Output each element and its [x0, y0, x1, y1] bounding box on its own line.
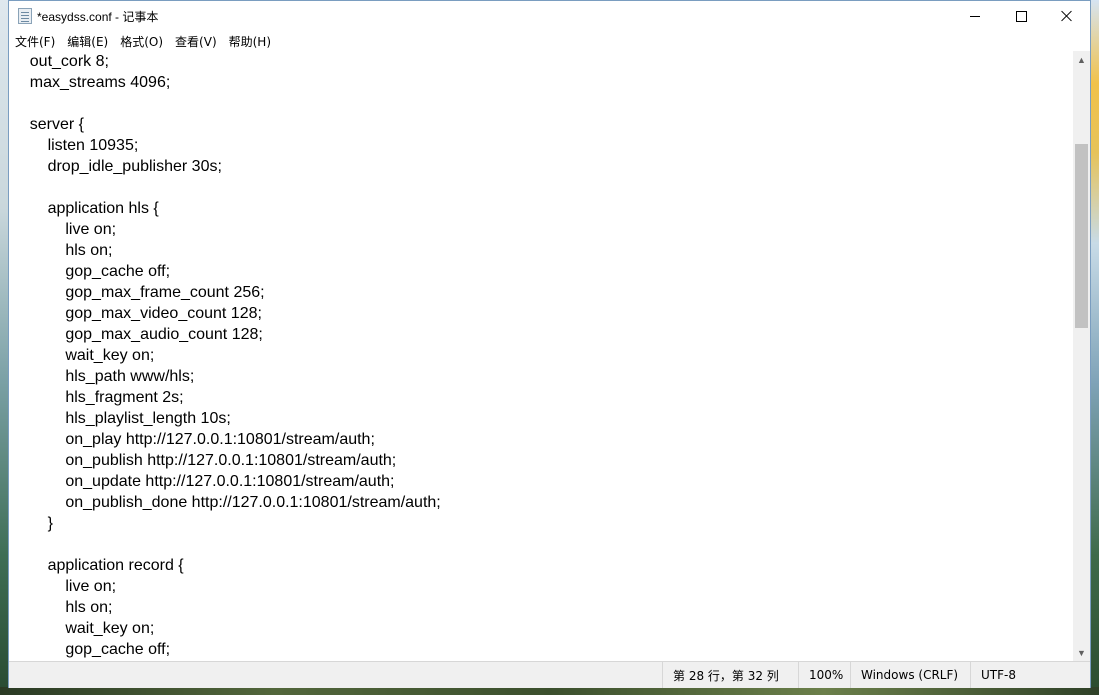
desktop-background-bottom: [0, 687, 1099, 695]
title-bar[interactable]: *easydss.conf - 记事本: [9, 1, 1090, 31]
notepad-window: *easydss.conf - 记事本 文件(F) 编辑(E) 格式(O) 查看…: [8, 0, 1091, 688]
zoom-level: 100%: [798, 662, 850, 688]
editor-line: gop_cache off;: [12, 641, 171, 658]
editor-line: hls on;: [12, 599, 113, 616]
editor-line: server {: [12, 116, 85, 133]
editor-line: gop_max_video_count 128;: [12, 305, 262, 322]
scroll-down-arrow-icon[interactable]: ▼: [1073, 644, 1090, 661]
menu-view[interactable]: 查看(V): [169, 33, 223, 50]
editor-line: max_streams 4096;: [12, 74, 171, 91]
editor-line: live on;: [12, 221, 117, 238]
editor-line: out_cork 8;: [12, 53, 109, 70]
editor-line: application hls {: [12, 200, 159, 217]
minimize-icon: [970, 15, 980, 17]
maximize-icon: [1015, 10, 1027, 22]
editor-line: live on;: [12, 578, 117, 595]
maximize-button[interactable]: [998, 1, 1044, 31]
editor-line: wait_key on;: [12, 620, 155, 637]
editor-line: hls_playlist_length 10s;: [12, 410, 231, 427]
editor-line: on_publish http://127.0.0.1:10801/stream…: [12, 452, 397, 469]
menu-help[interactable]: 帮助(H): [223, 33, 277, 50]
desktop-background-right: [1091, 0, 1099, 695]
editor-line: gop_max_frame_count 256;: [12, 284, 265, 301]
editor-line: on_update http://127.0.0.1:10801/stream/…: [12, 473, 395, 490]
desktop-background-left: [0, 0, 8, 695]
close-icon: [1061, 10, 1073, 22]
minimize-button[interactable]: [952, 1, 998, 31]
editor-line: hls_fragment 2s;: [12, 389, 184, 406]
editor-line: wait_key on;: [12, 347, 155, 364]
menu-edit[interactable]: 编辑(E): [61, 33, 114, 50]
editor-line: listen 10935;: [12, 137, 139, 154]
close-button[interactable]: [1044, 1, 1090, 31]
editor-line: drop_idle_publisher 30s;: [12, 158, 222, 175]
cursor-position: 第 28 行，第 32 列: [662, 662, 798, 688]
editor-line: }: [12, 515, 53, 532]
editor-line: hls_path www/hls;: [12, 368, 195, 385]
editor-line: gop_max_audio_count 128;: [12, 326, 263, 343]
editor-lines: out_cork 8; max_streams 4096; server { l…: [12, 51, 441, 660]
editor-line: on_play http://127.0.0.1:10801/stream/au…: [12, 431, 375, 448]
window-title: *easydss.conf - 记事本: [37, 10, 159, 24]
text-editor[interactable]: out_cork 8; max_streams 4096; server { l…: [9, 51, 1075, 661]
editor-line: gop_cache off;: [12, 263, 171, 280]
editor-line: application record {: [12, 557, 184, 574]
editor-line: hls on;: [12, 242, 113, 259]
editor-line: on_publish_done http://127.0.0.1:10801/s…: [12, 494, 441, 511]
line-ending: Windows (CRLF): [850, 662, 970, 688]
menu-file[interactable]: 文件(F): [9, 33, 61, 50]
encoding: UTF-8: [970, 662, 1092, 688]
status-bar: 第 28 行，第 32 列 100% Windows (CRLF) UTF-8: [9, 661, 1090, 688]
menu-format[interactable]: 格式(O): [114, 33, 169, 50]
menu-bar: 文件(F) 编辑(E) 格式(O) 查看(V) 帮助(H): [9, 31, 1090, 51]
scroll-up-arrow-icon[interactable]: ▲: [1073, 51, 1090, 68]
scrollbar-thumb[interactable]: [1075, 144, 1088, 328]
notepad-icon[interactable]: [18, 8, 32, 24]
vertical-scrollbar[interactable]: ▲ ▼: [1073, 51, 1090, 661]
